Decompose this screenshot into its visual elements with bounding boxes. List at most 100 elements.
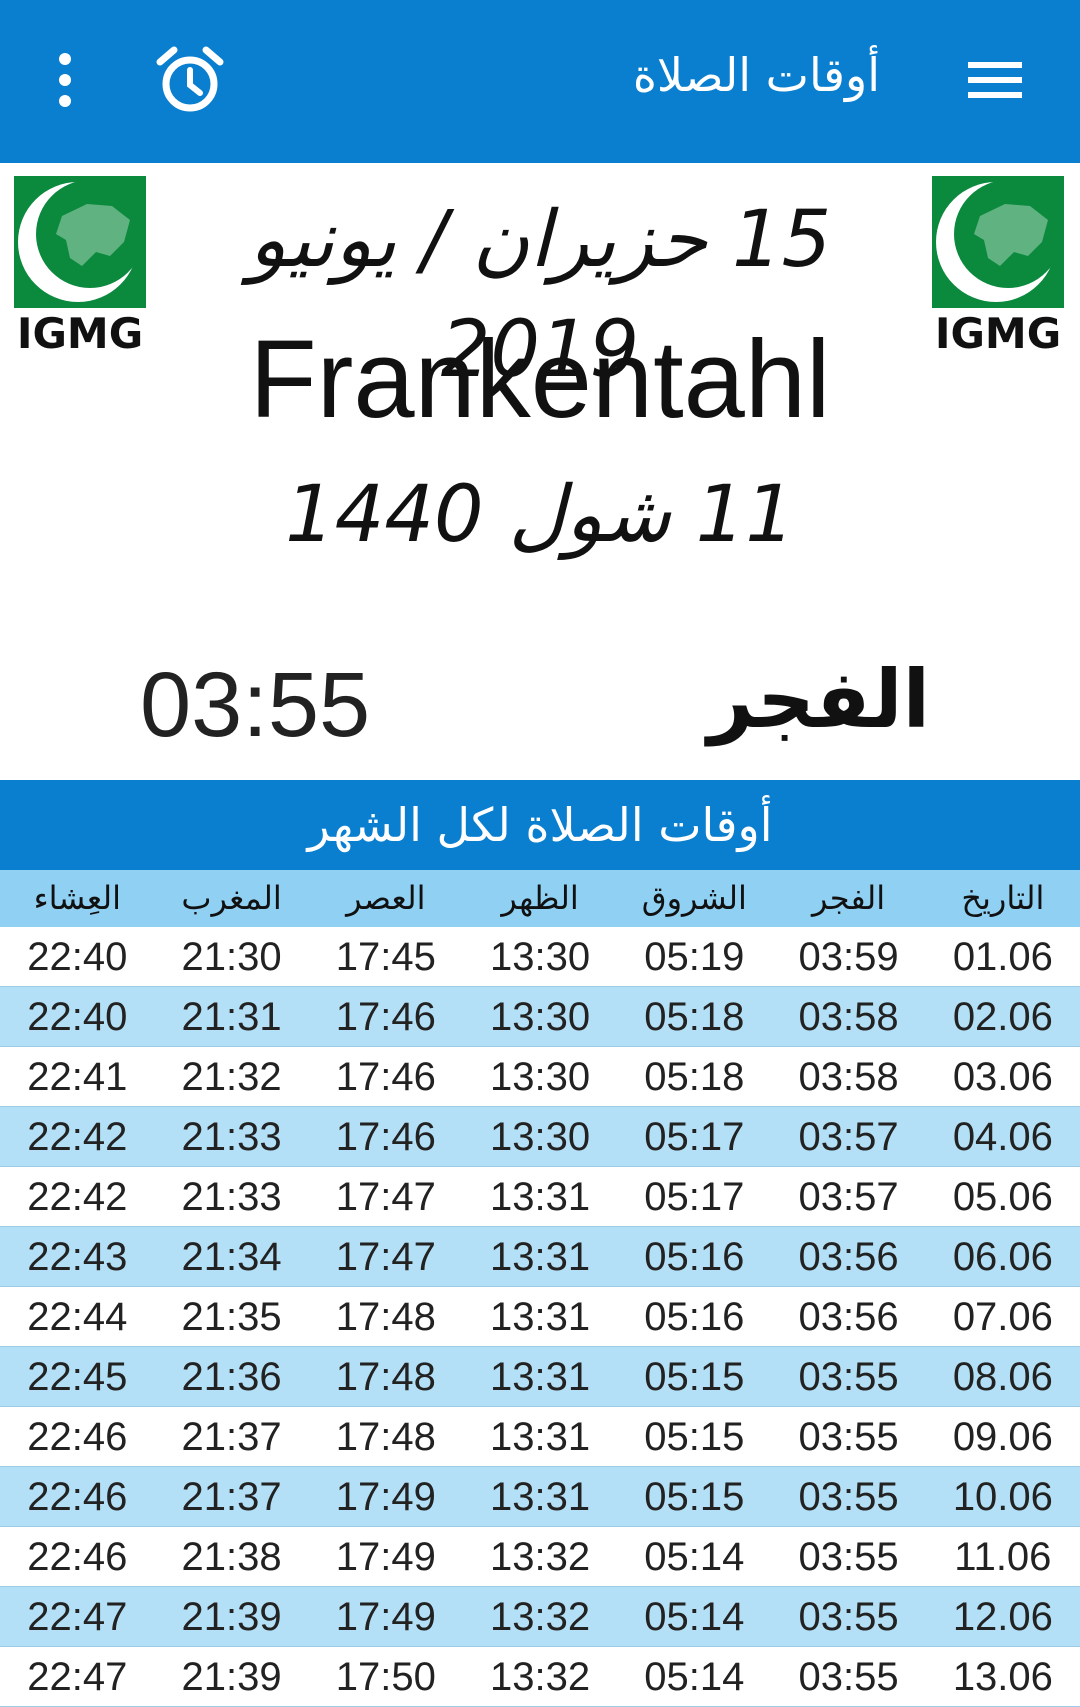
table-cell: 21:39 [181, 1595, 282, 1639]
table-cell: 03:55 [798, 1355, 899, 1399]
table-cell: 22:46 [27, 1415, 128, 1459]
table-cell: 17:47 [335, 1175, 436, 1219]
table-cell: 17:50 [335, 1655, 436, 1699]
table-cell: 13:30 [490, 1115, 591, 1159]
table-cell: 22:40 [27, 935, 128, 979]
igmg-logo-left: IGMG [12, 176, 150, 360]
table-cell: 03:55 [798, 1535, 899, 1579]
table-cell: 22:42 [27, 1175, 128, 1219]
table-cell: 03:55 [798, 1595, 899, 1639]
table-row: 12.06 03:55 05:14 13:32 17:49 21:39 22:47 [0, 1587, 1080, 1647]
table-cell: 05:14 [644, 1655, 745, 1699]
table-cell: 03:57 [798, 1115, 899, 1159]
table-cell: 17:47 [335, 1235, 436, 1279]
table-cell: 02.06 [952, 995, 1053, 1039]
table-cell: 13:31 [490, 1355, 591, 1399]
table-cell: 13:31 [490, 1475, 591, 1519]
table-row: 10.06 03:55 05:15 13:31 17:49 21:37 22:46 [0, 1467, 1080, 1527]
table-cell: 21:33 [181, 1175, 282, 1219]
table-cell: 21:39 [181, 1655, 282, 1699]
table-cell: 21:31 [181, 995, 282, 1039]
table-cell: 08.06 [952, 1355, 1053, 1399]
table-cell: 13:31 [490, 1175, 591, 1219]
table-cell: 13:31 [490, 1415, 591, 1459]
column-header: العصر [346, 879, 426, 917]
table-row: 07.06 03:56 05:16 13:31 17:48 21:35 22:44 [0, 1287, 1080, 1347]
table-cell: 21:37 [181, 1475, 282, 1519]
table-cell: 22:42 [27, 1115, 128, 1159]
table-cell: 22:46 [27, 1475, 128, 1519]
app-title: أوقات الصلاة [632, 48, 880, 102]
table-cell: 17:49 [335, 1535, 436, 1579]
menu-button[interactable] [960, 50, 1030, 110]
table-row: 11.06 03:55 05:14 13:32 17:49 21:38 22:46 [0, 1527, 1080, 1587]
city-name: Frankentahl [249, 318, 831, 441]
table-cell: 13:32 [490, 1655, 591, 1699]
table-cell: 07.06 [952, 1295, 1053, 1339]
table-cell: 17:46 [335, 1115, 436, 1159]
table-cell: 21:32 [181, 1055, 282, 1099]
table-cell: 22:43 [27, 1235, 128, 1279]
igmg-logo-right: IGMG [930, 176, 1068, 360]
table-cell: 13:31 [490, 1295, 591, 1339]
table-row: 08.06 03:55 05:15 13:31 17:48 21:36 22:45 [0, 1347, 1080, 1407]
table-row: 01.06 03:59 05:19 13:30 17:45 21:30 22:40 [0, 927, 1080, 987]
hamburger-menu-icon [968, 62, 1022, 98]
table-cell: 13:30 [490, 935, 591, 979]
table-cell: 06.06 [952, 1235, 1053, 1279]
table-cell: 03:55 [798, 1415, 899, 1459]
table-cell: 05:16 [644, 1235, 745, 1279]
table-cell: 05:15 [644, 1475, 745, 1519]
table-cell: 05:17 [644, 1175, 745, 1219]
table-cell: 12.06 [952, 1595, 1053, 1639]
table-cell: 21:34 [181, 1235, 282, 1279]
table-cell: 05:17 [644, 1115, 745, 1159]
table-cell: 13:30 [490, 995, 591, 1039]
alarm-clock-icon [156, 46, 224, 112]
column-header: العِشاء [33, 879, 121, 917]
table-row: 09.06 03:55 05:15 13:31 17:48 21:37 22:46 [0, 1407, 1080, 1467]
table-cell: 22:44 [27, 1295, 128, 1339]
more-vertical-icon [59, 53, 71, 107]
table-body: 01.06 03:59 05:19 13:30 17:45 21:30 22:40 02.06… [0, 927, 1080, 1707]
table-cell: 17:45 [335, 935, 436, 979]
table-cell: 17:48 [335, 1295, 436, 1339]
table-cell: 21:37 [181, 1415, 282, 1459]
table-row: 03.06 03:58 05:18 13:30 17:46 21:32 22:41 [0, 1047, 1080, 1107]
column-header: الشروق [641, 879, 747, 917]
table-cell: 21:35 [181, 1295, 282, 1339]
table-cell: 05:16 [644, 1295, 745, 1339]
table-row: 13.06 03:55 05:14 13:32 17:50 21:39 22:47 [0, 1647, 1080, 1707]
table-row: 05.06 03:57 05:17 13:31 17:47 21:33 22:42 [0, 1167, 1080, 1227]
table-cell: 17:48 [335, 1355, 436, 1399]
table-cell: 22:47 [27, 1595, 128, 1639]
table-cell: 17:46 [335, 995, 436, 1039]
table-row: 04.06 03:57 05:17 13:30 17:46 21:33 22:42 [0, 1107, 1080, 1167]
table-cell: 04.06 [952, 1115, 1053, 1159]
table-cell: 01.06 [952, 935, 1053, 979]
alarm-button[interactable] [150, 40, 230, 120]
table-cell: 03:55 [798, 1655, 899, 1699]
table-cell: 09.06 [952, 1415, 1053, 1459]
table-cell: 22:46 [27, 1535, 128, 1579]
table-cell: 21:36 [181, 1355, 282, 1399]
table-cell: 05:15 [644, 1415, 745, 1459]
table-cell: 13:30 [490, 1055, 591, 1099]
table-cell: 03:56 [798, 1295, 899, 1339]
table-cell: 03.06 [952, 1055, 1053, 1099]
table-cell: 21:30 [181, 935, 282, 979]
table-cell: 13:31 [490, 1235, 591, 1279]
prayer-times-table[interactable]: التاريخ الفجر الشروق الظهر العصر المغرب … [0, 870, 1080, 1707]
more-options-button[interactable] [40, 45, 90, 115]
table-cell: 03:55 [798, 1475, 899, 1519]
table-cell: 03:56 [798, 1235, 899, 1279]
table-row: 02.06 03:58 05:18 13:30 17:46 21:31 22:40 [0, 987, 1080, 1047]
logo-text: IGMG [17, 309, 143, 358]
table-cell: 13:32 [490, 1595, 591, 1639]
column-header: التاريخ [961, 879, 1045, 917]
hijri-date: 11 شول 1440 [285, 470, 795, 560]
table-cell: 03:58 [798, 995, 899, 1039]
table-cell: 05.06 [952, 1175, 1053, 1219]
app-bar: أوقات الصلاة [0, 0, 1080, 163]
table-cell: 17:48 [335, 1415, 436, 1459]
